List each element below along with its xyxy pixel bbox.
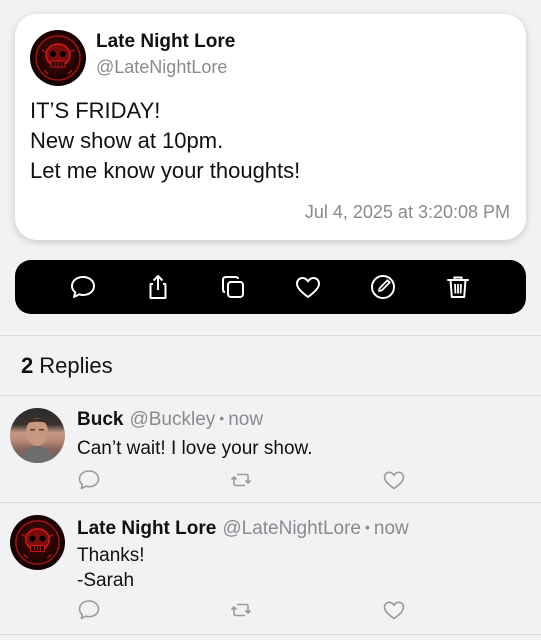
copy-icon	[221, 276, 244, 298]
reply-author-handle[interactable]: @LateNightLore	[222, 518, 361, 539]
reply-text-line: -Sarah	[77, 570, 135, 591]
reply-text: Thanks! -Sarah	[77, 543, 145, 593]
heart-icon	[296, 277, 321, 298]
reply-item[interactable]: Buck @Buckley • now Can’t wait! I love your…	[0, 396, 541, 502]
repost-icon	[230, 603, 252, 617]
reply-comment-button[interactable]	[77, 468, 101, 492]
share-icon	[149, 275, 167, 299]
separator-dot: •	[365, 519, 370, 535]
heart-icon	[383, 601, 405, 620]
avatar[interactable]	[10, 408, 65, 463]
reply-like-button[interactable]	[382, 468, 406, 492]
reply-header: Late Night Lore @LateNightLore • now	[77, 518, 409, 540]
reply-header: Buck @Buckley • now	[77, 409, 263, 431]
comment-icon	[78, 470, 100, 490]
divider	[0, 335, 541, 336]
delete-button[interactable]	[442, 271, 474, 303]
reply-actions	[0, 468, 541, 492]
post-body-line: Let me know your thoughts!	[30, 158, 301, 183]
post-author-name[interactable]: Late Night Lore	[96, 31, 235, 53]
reply-like-button[interactable]	[382, 598, 406, 622]
edit-icon	[371, 275, 396, 299]
reply-button[interactable]	[67, 271, 99, 303]
replies-label: Replies	[39, 353, 113, 378]
reply-text-line: Thanks!	[77, 545, 145, 566]
reply-text-line: Can’t wait! I love your show.	[77, 438, 313, 459]
reply-time: now	[373, 518, 409, 539]
divider	[0, 634, 541, 635]
avatar[interactable]	[10, 515, 65, 570]
skull-logo-icon	[15, 520, 60, 565]
post-card: Late Night Lore @LateNightLore IT’S FRID…	[15, 14, 526, 240]
reply-repost-button[interactable]	[229, 468, 253, 492]
post-body-line: IT’S FRIDAY!	[30, 98, 161, 123]
skull-logo-icon	[35, 35, 81, 81]
avatar[interactable]	[30, 30, 86, 86]
post-author-handle[interactable]: @LateNightLore	[96, 57, 227, 78]
reply-author-name[interactable]: Late Night Lore	[77, 518, 216, 539]
separator-dot: •	[219, 410, 225, 426]
trash-icon	[447, 276, 470, 298]
reply-comment-button[interactable]	[77, 598, 101, 622]
post-timestamp: Jul 4, 2025 at 3:20:08 PM	[304, 202, 510, 222]
comment-icon	[78, 600, 100, 620]
replies-count: 2	[21, 353, 34, 378]
comment-icon	[70, 276, 95, 298]
reply-author-name[interactable]: Buck	[77, 409, 123, 430]
share-button[interactable]	[142, 271, 174, 303]
reply-time: now	[228, 409, 264, 430]
replies-header: 2 Replies	[21, 353, 113, 379]
like-button[interactable]	[292, 271, 324, 303]
reply-text: Can’t wait! I love your show.	[77, 436, 313, 461]
heart-icon	[383, 471, 405, 490]
edit-button[interactable]	[367, 271, 399, 303]
repost-icon	[230, 473, 252, 487]
profile-photo-icon	[20, 418, 55, 463]
post-action-bar	[15, 260, 526, 314]
copy-button[interactable]	[217, 271, 249, 303]
reply-actions	[0, 598, 541, 622]
post-body: IT’S FRIDAY! New show at 10pm. Let me kn…	[30, 96, 300, 186]
post-body-line: New show at 10pm.	[30, 128, 224, 153]
reply-item[interactable]: Late Night Lore @LateNightLore • now Thanks…	[0, 503, 541, 633]
reply-author-handle[interactable]: @Buckley	[129, 409, 215, 430]
reply-repost-button[interactable]	[229, 598, 253, 622]
